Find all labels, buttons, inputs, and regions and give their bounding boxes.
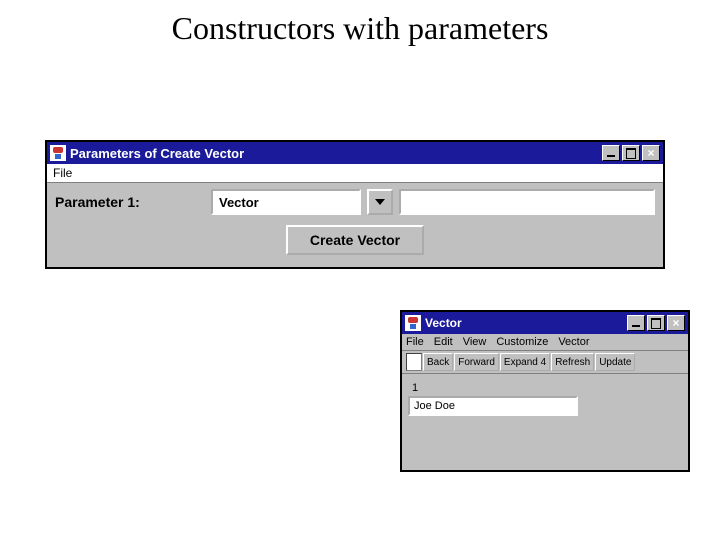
titlebar[interactable]: Parameters of Create Vector × [47, 142, 663, 164]
update-button[interactable]: Update [595, 353, 635, 371]
vector-window: Vector × File Edit View Customize Vector… [400, 310, 690, 472]
window-title: Parameters of Create Vector [70, 146, 244, 161]
close-button[interactable]: × [667, 315, 685, 331]
minimize-button[interactable] [627, 315, 645, 331]
java-app-icon [50, 145, 66, 161]
window-controls: × [602, 145, 660, 161]
create-vector-button[interactable]: Create Vector [286, 225, 424, 255]
window-controls: × [627, 315, 685, 331]
toolbar-icon-slot [406, 353, 422, 371]
menubar: File [47, 164, 663, 183]
maximize-button[interactable] [622, 145, 640, 161]
menu-file[interactable]: File [406, 336, 424, 348]
menu-view[interactable]: View [463, 336, 487, 348]
menu-vector[interactable]: Vector [558, 336, 589, 348]
back-button[interactable]: Back [423, 353, 453, 371]
close-button[interactable]: × [642, 145, 660, 161]
forward-button[interactable]: Forward [454, 353, 499, 371]
entry-input[interactable] [408, 396, 578, 416]
menubar: File Edit View Customize Vector [402, 334, 688, 351]
minimize-button[interactable] [602, 145, 620, 161]
window-body: 1 [402, 374, 688, 422]
parameter-label: Parameter 1: [55, 194, 205, 210]
menu-customize[interactable]: Customize [496, 336, 548, 348]
java-app-icon [405, 315, 421, 331]
menu-file[interactable]: File [53, 166, 72, 180]
dropdown-button[interactable] [367, 189, 393, 215]
extra-input[interactable] [399, 189, 655, 215]
toolbar: Back Forward Expand 4 Refresh Update [402, 351, 688, 374]
window-footer [402, 422, 688, 470]
titlebar[interactable]: Vector × [402, 312, 688, 334]
count-label: 1 [408, 380, 682, 396]
parameter-row: Parameter 1: [55, 189, 655, 215]
parameter-input[interactable] [211, 189, 361, 215]
parameters-window: Parameters of Create Vector × File Param… [45, 140, 665, 269]
window-body: Parameter 1: Create Vector [47, 183, 663, 267]
expand-button[interactable]: Expand 4 [500, 353, 550, 371]
menu-edit[interactable]: Edit [434, 336, 453, 348]
refresh-button[interactable]: Refresh [551, 353, 594, 371]
page-title: Constructors with parameters [0, 10, 720, 47]
maximize-button[interactable] [647, 315, 665, 331]
window-title: Vector [425, 316, 462, 330]
